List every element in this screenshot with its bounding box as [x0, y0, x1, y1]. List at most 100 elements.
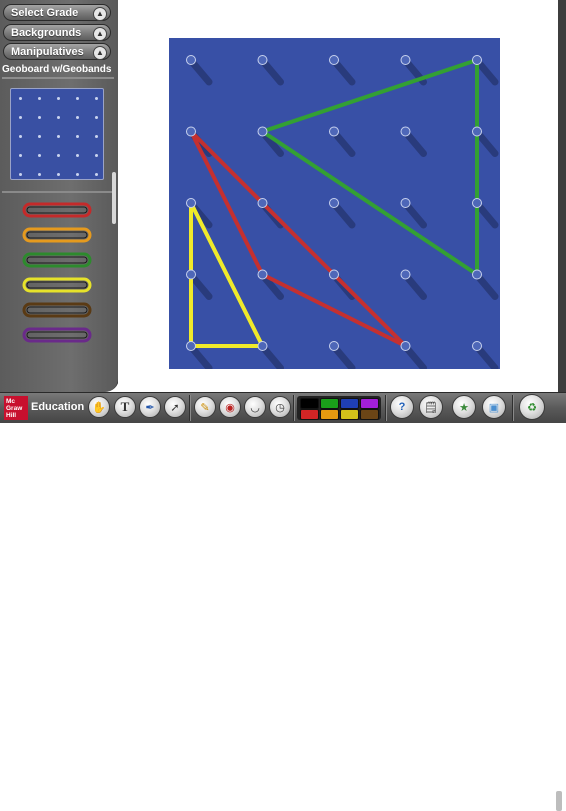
color-swatch[interactable] — [300, 398, 319, 409]
notepad-button[interactable]: 🗒 — [419, 395, 443, 419]
clock-tool-button[interactable]: ◷ — [269, 396, 291, 418]
rubber-band-icon — [22, 252, 92, 268]
help-button[interactable]: ? — [390, 395, 414, 419]
protractor-tool-button[interactable]: ◡ — [244, 396, 266, 418]
geoboard-peg[interactable] — [329, 198, 339, 208]
thumbnail-peg — [95, 135, 98, 138]
notepad-icon: 🗒 — [424, 401, 438, 414]
geoboard-peg[interactable] — [329, 126, 339, 137]
color-swatch[interactable] — [300, 409, 319, 420]
rubber-band-inner — [26, 281, 88, 289]
geoboard-peg[interactable] — [472, 126, 482, 137]
geoboard-peg[interactable] — [257, 126, 268, 137]
color-swatch[interactable] — [360, 409, 379, 420]
rubber-band-tool[interactable] — [22, 276, 92, 294]
peg-shadow — [189, 59, 213, 86]
thumbnail-peg — [38, 97, 41, 100]
rubber-band-tool[interactable] — [22, 226, 92, 244]
geoboard-peg[interactable] — [472, 198, 482, 208]
geoboard-peg[interactable] — [329, 269, 339, 280]
geoboard-canvas[interactable] — [169, 38, 500, 369]
puzzle-button[interactable]: ★ — [452, 395, 476, 419]
stamp-icon: ◉ — [225, 401, 235, 414]
geoboard-peg[interactable] — [186, 55, 196, 65]
color-swatch[interactable] — [320, 409, 339, 420]
peg-shadow — [475, 202, 499, 229]
geoband[interactable] — [260, 58, 479, 277]
color-swatch[interactable] — [320, 398, 339, 409]
geoband[interactable] — [189, 129, 408, 348]
peg-shadow — [332, 59, 356, 86]
geoboard-peg[interactable] — [400, 341, 411, 351]
geoboard-peg[interactable] — [186, 126, 196, 137]
geoboard-thumbnail[interactable] — [10, 88, 104, 180]
backgrounds-menu[interactable]: Backgrounds ▲ — [3, 24, 111, 41]
geoboard-peg[interactable] — [400, 126, 411, 137]
geoboard-peg[interactable] — [400, 198, 411, 208]
rubber-band-icon — [22, 227, 92, 243]
trash-button[interactable]: ♻ — [519, 394, 545, 420]
thumbnail-peg — [38, 173, 41, 176]
geoboard-peg[interactable] — [186, 341, 196, 351]
thumbnail-peg — [95, 116, 98, 119]
geoboard-peg[interactable] — [257, 198, 268, 208]
geoboard-peg[interactable] — [472, 341, 482, 351]
pencil-tool-button[interactable]: ✎ — [194, 396, 216, 418]
line-tool-button[interactable]: ➚ — [164, 396, 186, 418]
thumbnail-peg — [38, 116, 41, 119]
geoboard-peg[interactable] — [329, 341, 339, 351]
rubber-band-icon — [22, 277, 92, 293]
bottom-toolbar: Mc Graw Hill Education ✋ T ✒ ➚ ✎ ◉ ◡ ◷ ? 🗒… — [0, 392, 566, 811]
text-tool-button[interactable]: T — [114, 396, 136, 418]
chevron-up-icon: ▲ — [93, 27, 107, 41]
geoboard-peg[interactable] — [400, 269, 411, 280]
color-swatch[interactable] — [340, 409, 359, 420]
thumbnail-peg — [19, 116, 22, 119]
geoboard-peg[interactable] — [257, 55, 268, 65]
rubber-band-tool[interactable] — [22, 326, 92, 344]
rubber-band-inner — [26, 256, 88, 264]
thumbnail-peg — [76, 173, 79, 176]
geoboard-peg[interactable] — [257, 269, 268, 280]
stamp-tool-button[interactable]: ◉ — [219, 396, 241, 418]
geoboard-peg[interactable] — [472, 55, 482, 65]
thumbnail-peg — [76, 135, 79, 138]
text-icon: T — [120, 399, 130, 414]
peg-shadow — [332, 131, 356, 157]
sidebar: Select Grade ▲ Backgrounds ▲ Manipulativ… — [0, 0, 119, 392]
geoboard-peg[interactable] — [186, 269, 196, 280]
hand-tool-button[interactable]: ✋ — [88, 396, 110, 418]
geoboard-peg[interactable] — [186, 198, 196, 208]
geoboard-peg[interactable] — [257, 341, 268, 351]
peg-shadow — [189, 274, 213, 300]
screen-button[interactable]: ▣ — [482, 395, 506, 419]
clock-icon: ◷ — [275, 401, 285, 414]
workspace-right-edge — [558, 0, 566, 392]
toolbar-scroll-handle[interactable] — [556, 791, 562, 811]
sidebar-scrollbar[interactable] — [112, 172, 116, 224]
pen-icon: ✒ — [145, 401, 155, 414]
color-palette — [297, 396, 381, 420]
select-grade-menu[interactable]: Select Grade ▲ — [3, 4, 111, 21]
thumbnail-peg — [57, 97, 60, 100]
manipulatives-label: Manipulatives — [11, 46, 84, 58]
geoband[interactable] — [189, 201, 265, 348]
rubber-band-tool[interactable] — [22, 251, 92, 269]
thumbnail-peg — [95, 154, 98, 157]
rubber-band-tool[interactable] — [22, 301, 92, 319]
pen-tool-button[interactable]: ✒ — [139, 396, 161, 418]
color-swatch[interactable] — [340, 398, 359, 409]
geoboard[interactable] — [169, 38, 500, 369]
thumbnail-peg — [19, 173, 22, 176]
rubber-band-icon — [22, 327, 92, 343]
thumbnail-peg — [57, 154, 60, 157]
thumbnail-peg — [38, 135, 41, 138]
geoboard-peg[interactable] — [329, 55, 339, 65]
geoboard-peg[interactable] — [400, 55, 411, 65]
thumbnail-peg — [95, 173, 98, 176]
color-swatch[interactable] — [360, 398, 379, 409]
rubber-band-inner — [26, 231, 88, 239]
manipulatives-menu[interactable]: Manipulatives ▲ — [3, 43, 111, 60]
rubber-band-tool[interactable] — [22, 201, 92, 219]
geoboard-peg[interactable] — [472, 269, 482, 280]
